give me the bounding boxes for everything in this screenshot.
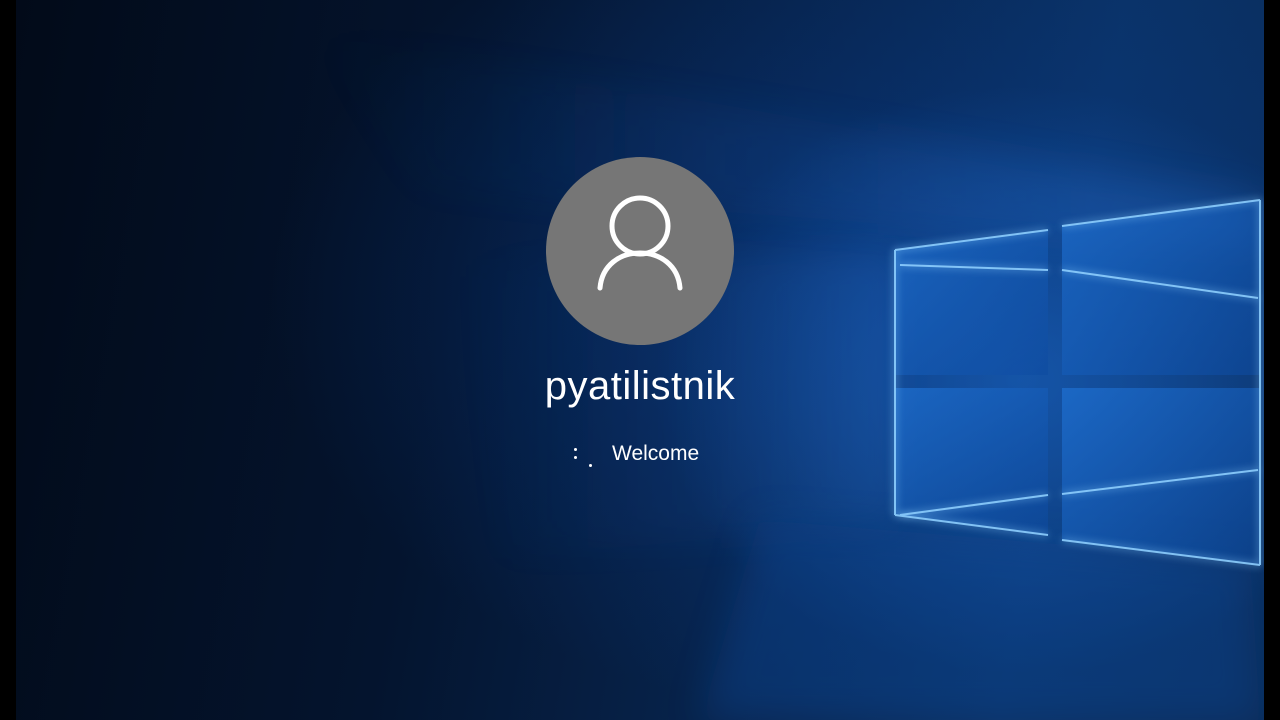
signin-status: Welcome bbox=[540, 440, 740, 470]
user-avatar bbox=[546, 157, 734, 345]
letterbox-left bbox=[0, 0, 16, 720]
status-text: Welcome bbox=[612, 442, 700, 465]
letterbox-right bbox=[1264, 0, 1280, 720]
window-panes bbox=[895, 200, 1260, 565]
windows-login-screen: pyatilistnik Welcome bbox=[0, 0, 1280, 720]
user-silhouette-icon bbox=[597, 195, 683, 291]
username-label: pyatilistnik bbox=[544, 364, 736, 408]
windows-logo-wallpaper bbox=[300, 30, 1261, 720]
loading-dots-icon bbox=[572, 446, 596, 470]
